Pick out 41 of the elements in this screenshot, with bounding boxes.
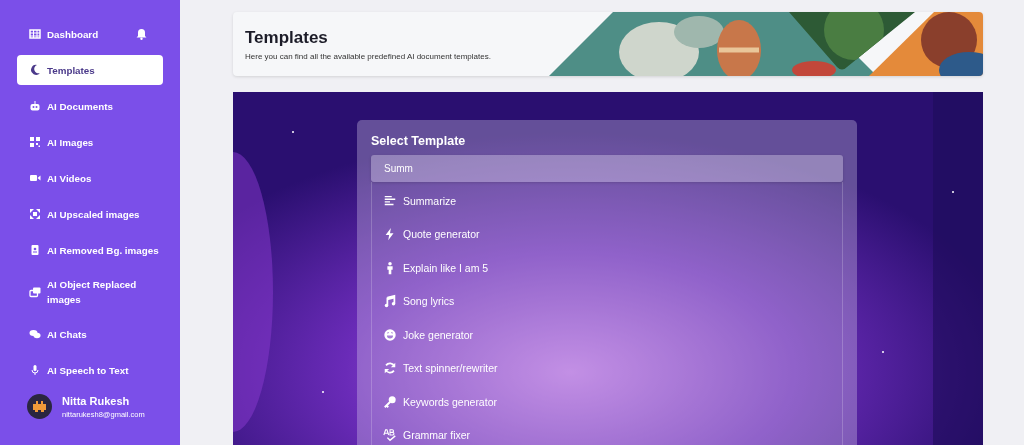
expand-icon (29, 208, 41, 220)
robot-icon (29, 100, 41, 112)
sidebar-item[interactable]: AI Removed Bg. images (17, 232, 163, 268)
laughing-face-icon (383, 327, 397, 342)
dropdown-option[interactable]: Joke generator (372, 318, 842, 352)
sync-icon (383, 361, 397, 376)
spellcheck-icon (383, 428, 397, 443)
music-note-icon (383, 294, 397, 309)
page-subtitle: Here you can find all the available predefined AI document templates. (245, 51, 492, 61)
moon-icon (29, 64, 41, 76)
chat-icon (29, 328, 41, 340)
sidebar-item[interactable]: AI Speech to Text (17, 352, 163, 388)
avatar-icon (27, 394, 52, 419)
sidebar-item[interactable]: AI Images (17, 124, 163, 160)
sidebar-item[interactable]: AI Chats (17, 316, 163, 352)
sidebar-item[interactable]: AI Upscaled images (17, 196, 163, 232)
text-lines-icon (383, 193, 397, 208)
dropdown-option[interactable]: Quote generator (372, 217, 842, 251)
dropdown-option[interactable]: Keywords generator (372, 385, 842, 419)
dialog-title: Select Template (371, 134, 467, 148)
search-field[interactable]: Summ (371, 155, 843, 182)
sidebar-item[interactable]: Templates (17, 55, 163, 85)
sidebar-item[interactable]: AI Videos (17, 160, 163, 196)
video-icon (29, 172, 41, 184)
page-title: Templates (245, 27, 329, 48)
qr-icon (29, 136, 41, 148)
sidebar-item[interactable]: AI Object Replaced images (17, 268, 163, 316)
user-name: Nitta Rukesh (62, 394, 131, 407)
key-icon (383, 394, 397, 409)
sidebar-item[interactable]: AI Documents (17, 88, 163, 124)
dropdown-option[interactable]: Text spinner/rewriter (372, 351, 842, 385)
images-icon (29, 286, 41, 298)
sidebar-item[interactable]: Dashboard (17, 16, 163, 52)
microphone-icon (29, 364, 41, 376)
id-card-icon (29, 244, 41, 256)
dropdown-option[interactable]: Song lyrics (372, 284, 842, 318)
bell-icon[interactable] (136, 28, 147, 40)
dropdown-option[interactable]: Grammar fixer (372, 418, 842, 445)
dropdown-option[interactable]: Explain like I am 5 (372, 251, 842, 285)
dropdown-option[interactable]: Summarize (372, 184, 842, 218)
grid-icon (29, 28, 41, 40)
